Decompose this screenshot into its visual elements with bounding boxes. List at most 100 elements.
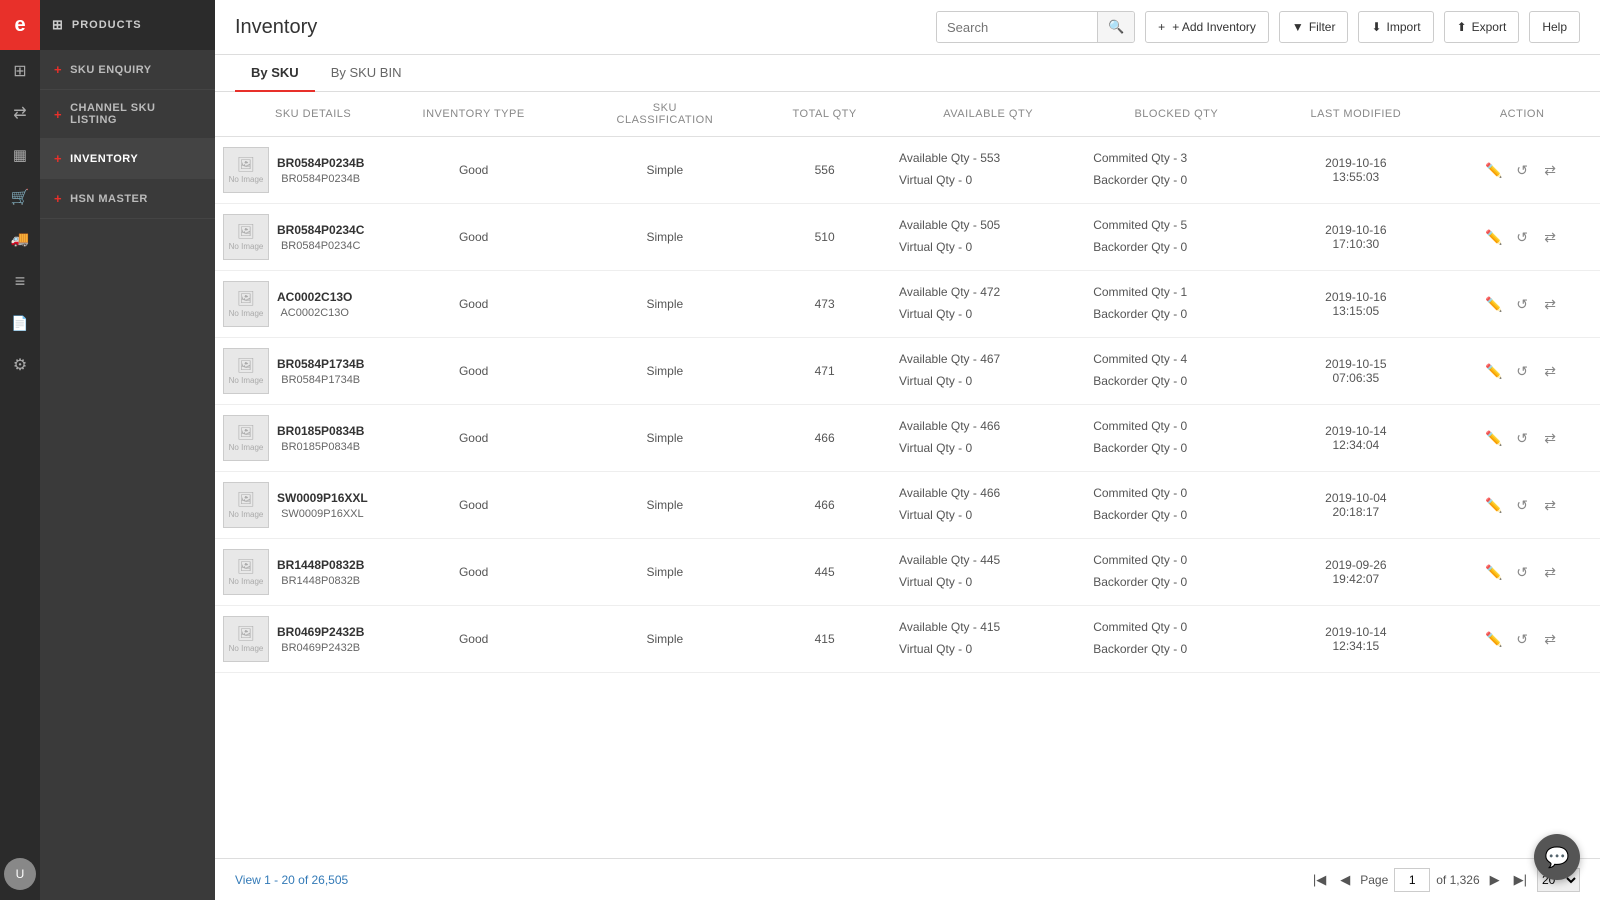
export-button[interactable]: ⬆ Export <box>1444 11 1520 43</box>
image-placeholder-icon: 🖼 <box>237 357 255 374</box>
import-button[interactable]: ⬇ Import <box>1358 11 1433 43</box>
action-cell: ✏️ ↺ ⇄ <box>1444 338 1600 405</box>
edit-icon[interactable]: ✏️ <box>1483 494 1505 516</box>
nav-icon-truck[interactable]: 🚚 <box>0 218 40 260</box>
edit-icon[interactable]: ✏️ <box>1483 427 1505 449</box>
last-modified: 2019-10-14 12:34:15 <box>1268 606 1445 673</box>
app-logo[interactable]: e <box>0 0 40 50</box>
edit-icon[interactable]: ✏️ <box>1483 561 1505 583</box>
chat-button[interactable]: 💬 <box>1534 834 1580 880</box>
col-sku-classification: SKUCLASSIFICATION <box>572 92 759 137</box>
history-icon[interactable]: ↺ <box>1511 494 1533 516</box>
inventory-type: Good <box>376 405 572 472</box>
shuffle-icon[interactable]: ⇄ <box>1539 628 1561 650</box>
tab-by-sku-bin[interactable]: By SKU BIN <box>315 55 418 92</box>
search-button[interactable]: 🔍 <box>1097 12 1134 42</box>
page-input[interactable] <box>1394 868 1430 892</box>
total-qty: 556 <box>758 137 891 204</box>
col-inventory-type: INVENTORY TYPE <box>376 92 572 137</box>
history-icon[interactable]: ↺ <box>1511 226 1533 248</box>
shuffle-icon[interactable]: ⇄ <box>1539 293 1561 315</box>
record-count: View 1 - 20 of 26,505 <box>235 873 348 887</box>
shuffle-icon[interactable]: ⇄ <box>1539 159 1561 181</box>
sidebar-item-channel-sku[interactable]: + CHANNEL SKU LISTING <box>40 90 215 139</box>
nav-icon-shuffle[interactable]: ⇄ <box>0 92 40 134</box>
sku-classification: Simple <box>572 405 759 472</box>
shuffle-icon[interactable]: ⇄ <box>1539 561 1561 583</box>
page-title: Inventory <box>235 16 926 39</box>
sidebar-item-hsn-master[interactable]: + HSN MASTER <box>40 179 215 219</box>
total-qty: 415 <box>758 606 891 673</box>
available-qty: Available Qty - 553 Virtual Qty - 0 <box>891 137 1085 204</box>
col-available-qty: AVAILABLE QTY <box>891 92 1085 137</box>
sku-image: 🖼 No Image <box>223 348 269 394</box>
available-qty: Available Qty - 472 Virtual Qty - 0 <box>891 271 1085 338</box>
image-placeholder-icon: 🖼 <box>237 290 255 307</box>
edit-icon[interactable]: ✏️ <box>1483 628 1505 650</box>
history-icon[interactable]: ↺ <box>1511 159 1533 181</box>
filter-icon: ▼ <box>1292 20 1304 34</box>
available-qty: Available Qty - 415 Virtual Qty - 0 <box>891 606 1085 673</box>
last-page-button[interactable]: ▶| <box>1510 870 1531 890</box>
sku-code: BR0584P1734B <box>277 374 364 386</box>
available-qty: Available Qty - 445 Virtual Qty - 0 <box>891 539 1085 606</box>
table-row: 🖼 No Image BR0584P1734B BR0584P1734B Goo… <box>215 338 1600 405</box>
sku-code: SW0009P16XXL <box>277 508 368 520</box>
sidebar-item-inventory[interactable]: + INVENTORY <box>40 139 215 179</box>
sku-classification: Simple <box>572 271 759 338</box>
sidebar-item-label: HSN MASTER <box>70 193 148 205</box>
sidebar-item-label: SKU ENQUIRY <box>70 64 152 76</box>
filter-button[interactable]: ▼ Filter <box>1279 11 1349 43</box>
sku-name: BR0469P2432B <box>277 625 364 639</box>
nav-icon-list[interactable]: ≡ <box>0 260 40 302</box>
table-row: 🖼 No Image BR0469P2432B BR0469P2432B Goo… <box>215 606 1600 673</box>
shuffle-icon[interactable]: ⇄ <box>1539 494 1561 516</box>
sku-code: BR0584P0234C <box>277 240 364 252</box>
col-blocked-qty: BLOCKED QTY <box>1085 92 1267 137</box>
sku-name: BR0584P0234C <box>277 223 364 237</box>
history-icon[interactable]: ↺ <box>1511 427 1533 449</box>
add-inventory-button[interactable]: + + Add Inventory <box>1145 11 1269 43</box>
sku-classification: Simple <box>572 472 759 539</box>
blocked-qty: Commited Qty - 0 Backorder Qty - 0 <box>1085 472 1267 539</box>
sku-classification: Simple <box>572 137 759 204</box>
help-button[interactable]: Help <box>1529 11 1580 43</box>
sidebar-item-sku-enquiry[interactable]: + SKU ENQUIRY <box>40 50 215 90</box>
edit-icon[interactable]: ✏️ <box>1483 293 1505 315</box>
search-box: 🔍 <box>936 11 1135 43</box>
history-icon[interactable]: ↺ <box>1511 360 1533 382</box>
nav-icon-barcode[interactable]: ▦ <box>0 134 40 176</box>
sku-code: BR0185P0834B <box>277 441 364 453</box>
search-input[interactable] <box>937 12 1097 42</box>
nav-icon-doc[interactable]: 📄 <box>0 302 40 344</box>
image-placeholder-icon: 🖼 <box>237 424 255 441</box>
prev-page-button[interactable]: ◀ <box>1336 870 1354 890</box>
plus-icon: + <box>54 151 62 166</box>
nav-icon-gear[interactable]: ⚙ <box>0 344 40 386</box>
shuffle-icon[interactable]: ⇄ <box>1539 360 1561 382</box>
first-page-button[interactable]: |◀ <box>1309 870 1330 890</box>
avatar[interactable]: U <box>4 858 36 890</box>
blocked-qty: Commited Qty - 0 Backorder Qty - 0 <box>1085 606 1267 673</box>
sku-image: 🖼 No Image <box>223 482 269 528</box>
sku-name: BR1448P0832B <box>277 558 364 572</box>
sku-name: BR0584P0234B <box>277 156 364 170</box>
nav-icon-cart[interactable]: 🛒 <box>0 176 40 218</box>
history-icon[interactable]: ↺ <box>1511 628 1533 650</box>
history-icon[interactable]: ↺ <box>1511 293 1533 315</box>
plus-icon: + <box>54 62 62 77</box>
tab-by-sku[interactable]: By SKU <box>235 55 315 92</box>
history-icon[interactable]: ↺ <box>1511 561 1533 583</box>
next-page-button[interactable]: ▶ <box>1486 870 1504 890</box>
shuffle-icon[interactable]: ⇄ <box>1539 226 1561 248</box>
edit-icon[interactable]: ✏️ <box>1483 159 1505 181</box>
nav-icon-grid[interactable]: ⊞ <box>0 50 40 92</box>
edit-icon[interactable]: ✏️ <box>1483 360 1505 382</box>
blocked-qty: Commited Qty - 4 Backorder Qty - 0 <box>1085 338 1267 405</box>
table-row: 🖼 No Image SW0009P16XXL SW0009P16XXL Goo… <box>215 472 1600 539</box>
edit-icon[interactable]: ✏️ <box>1483 226 1505 248</box>
shuffle-icon[interactable]: ⇄ <box>1539 427 1561 449</box>
table-row: 🖼 No Image BR1448P0832B BR1448P0832B Goo… <box>215 539 1600 606</box>
col-total-qty: TOTAL QTY <box>758 92 891 137</box>
total-qty: 466 <box>758 405 891 472</box>
